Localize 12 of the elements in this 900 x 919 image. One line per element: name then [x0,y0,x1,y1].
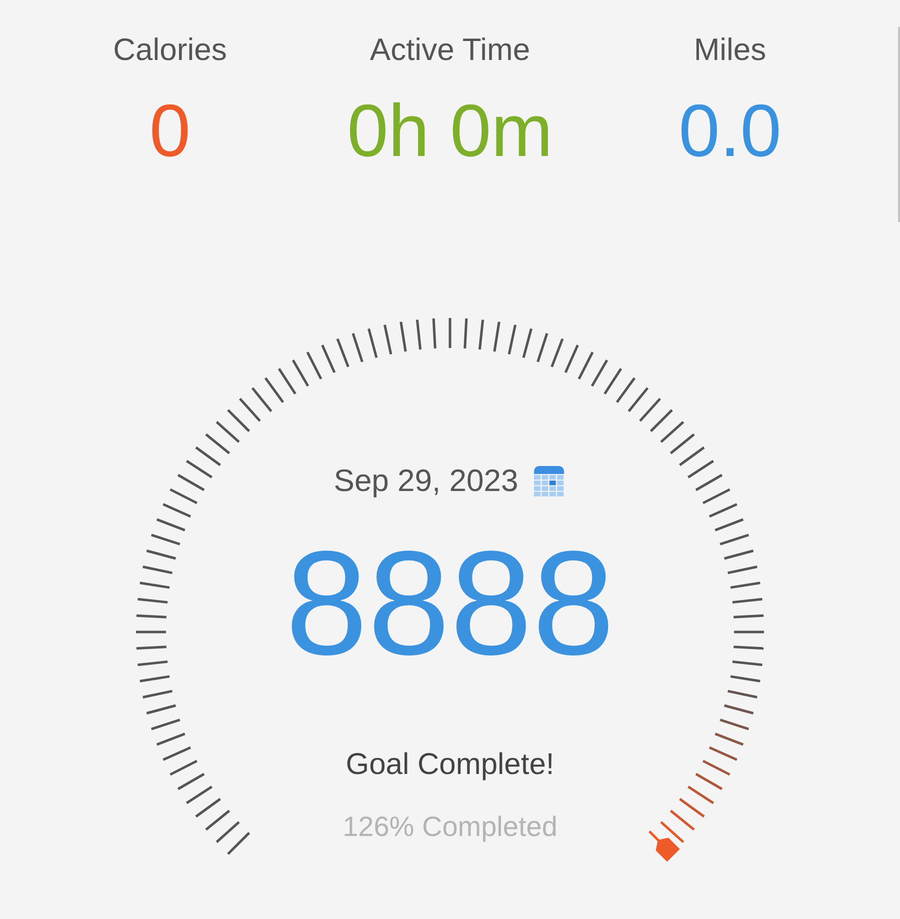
step-count: 8888 [285,520,615,688]
stat-value: 0.0 [678,88,782,174]
date-label[interactable]: Sep 29, 2023 [334,455,518,507]
stat-label: Miles [694,31,766,69]
stat-value: 0 [149,88,191,174]
stat-label: Calories [113,31,227,69]
stat-value: 0h 0m [347,88,553,174]
stat-label: Active Time [370,31,530,69]
gauge-marker [648,830,680,862]
percent-completed: 126% Completed [342,810,558,844]
calendar-icon[interactable] [532,464,566,498]
goal-status: Goal Complete! [346,747,554,783]
